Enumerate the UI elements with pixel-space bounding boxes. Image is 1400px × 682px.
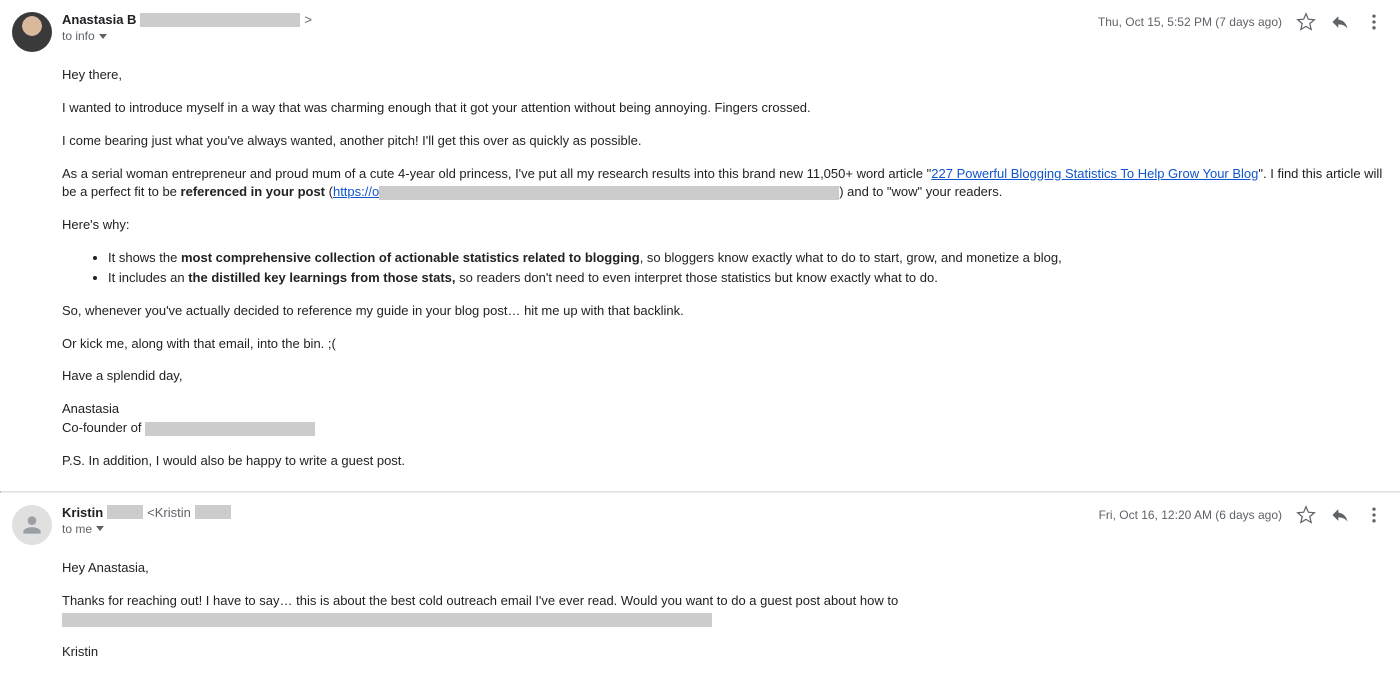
sender-mid: <Kristin [147, 505, 191, 520]
redacted-company [145, 422, 315, 436]
email-item: Anastasia B > to info Thu, Oct 15, 5:52 … [0, 0, 1400, 491]
star-icon[interactable] [1296, 505, 1316, 525]
chevron-down-icon [96, 526, 104, 531]
redacted-sender-lastname [107, 505, 143, 519]
paragraph: So, whenever you've actually decided to … [62, 302, 1384, 321]
avatar[interactable] [12, 12, 52, 52]
post-link[interactable]: https://o [333, 184, 379, 199]
sender-name[interactable]: Kristin [62, 505, 103, 520]
sender-name[interactable]: Anastasia B [62, 12, 136, 27]
paragraph: Here's why: [62, 216, 1384, 235]
paragraph: Thanks for reaching out! I have to say… … [62, 592, 1384, 630]
email-body: Hey there, I wanted to introduce myself … [62, 66, 1384, 471]
paragraph: Have a splendid day, [62, 367, 1384, 386]
redacted-sender-address [195, 505, 231, 519]
recipient-line[interactable]: to me [62, 522, 1099, 536]
paragraph: I come bearing just what you've always w… [62, 132, 1384, 151]
to-label: to me [62, 522, 92, 536]
redacted-url [379, 186, 839, 200]
email-item: Kristin <Kristin to me Fri, Oct 16, 12:2… [0, 493, 1400, 682]
avatar[interactable] [12, 505, 52, 545]
greeting: Hey there, [62, 66, 1384, 85]
article-link[interactable]: 227 Powerful Blogging Statistics To Help… [931, 166, 1258, 181]
signature-name: Kristin [62, 643, 1384, 662]
bullet-list: It shows the most comprehensive collecti… [108, 249, 1384, 288]
paragraph: As a serial woman entrepreneur and proud… [62, 165, 1384, 203]
sender-suffix: > [304, 12, 312, 27]
redacted-sender-address [140, 13, 300, 27]
chevron-down-icon [99, 34, 107, 39]
reply-icon[interactable] [1330, 505, 1350, 525]
email-header: Kristin <Kristin to me Fri, Oct 16, 12:2… [12, 505, 1384, 545]
list-item: It includes an the distilled key learnin… [108, 269, 1384, 288]
email-header: Anastasia B > to info Thu, Oct 15, 5:52 … [12, 12, 1384, 52]
reply-icon[interactable] [1330, 12, 1350, 32]
to-label: to info [62, 29, 95, 43]
email-date: Fri, Oct 16, 12:20 AM (6 days ago) [1099, 508, 1282, 522]
signature-name: Anastasia [62, 400, 1384, 419]
list-item: It shows the most comprehensive collecti… [108, 249, 1384, 268]
postscript: P.S. In addition, I would also be happy … [62, 452, 1384, 471]
more-icon[interactable] [1364, 505, 1384, 525]
recipient-line[interactable]: to info [62, 29, 1098, 43]
more-icon[interactable] [1364, 12, 1384, 32]
redacted-topic [62, 613, 712, 627]
paragraph: Or kick me, along with that email, into … [62, 335, 1384, 354]
paragraph: I wanted to introduce myself in a way th… [62, 99, 1384, 118]
star-icon[interactable] [1296, 12, 1316, 32]
email-date: Thu, Oct 15, 5:52 PM (7 days ago) [1098, 15, 1282, 29]
email-body: Hey Anastasia, Thanks for reaching out! … [62, 559, 1384, 662]
greeting: Hey Anastasia, [62, 559, 1384, 578]
signature-role: Co-founder of [62, 419, 1384, 438]
